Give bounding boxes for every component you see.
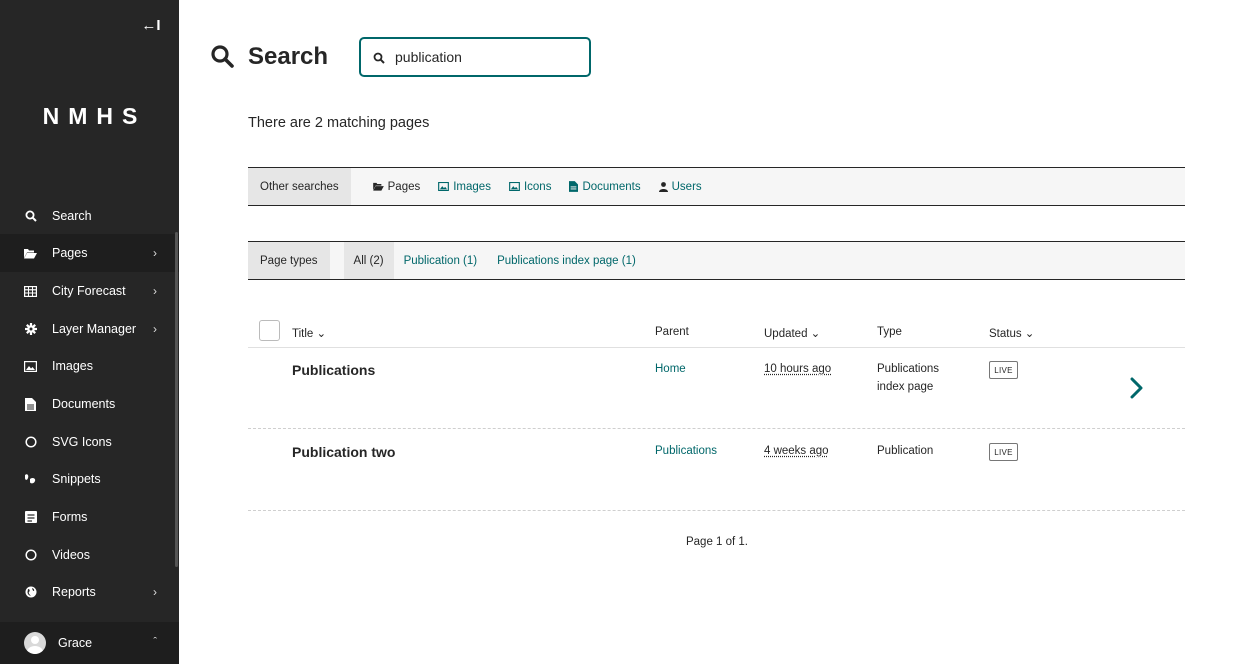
other-searches-bar: Other searches Pages Images Icons Docume… [248,167,1185,206]
sidebar-item-label: Forms [52,510,88,524]
page-type-publications-index-filter[interactable]: Publications index page (1) [497,255,636,267]
folder-open-icon [372,182,384,191]
cog-icon [24,323,37,336]
table-icon [24,285,37,298]
search-icon [24,210,37,223]
image-icon [438,182,450,191]
sidebar-item-city-forecast[interactable]: City Forecast › [0,272,179,310]
link-label: Images [453,180,491,193]
other-search-documents-link[interactable]: Documents [569,180,641,193]
page-type-publication-filter[interactable]: Publication (1) [404,255,478,267]
image-icon [24,360,37,373]
pagination-text: Page 1 of 1. [685,536,749,548]
image-icon [509,182,520,191]
sidebar-item-label: Documents [52,397,116,411]
chevron-right-icon: › [153,585,157,599]
row-parent-link[interactable]: Publications [655,445,717,457]
column-header-parent: Parent [655,326,689,338]
sidebar-item-label: SVG Icons [52,435,112,449]
sidebar-item-documents[interactable]: Documents [0,385,179,423]
row-title-link[interactable]: Publications [292,362,375,378]
row-type: Publications [877,363,940,375]
other-search-icons-link[interactable]: Icons [509,180,552,193]
column-header-status[interactable]: Status ⌄ [989,326,1034,340]
link-label: Pages [387,180,421,193]
chevron-right-icon: › [153,322,157,336]
page-title: Search [248,43,329,70]
account-menu[interactable]: Grace ˆ [0,622,179,664]
circle-icon [24,436,37,449]
document-icon [569,181,579,192]
column-header-updated[interactable]: Updated ⌄ [764,326,820,340]
sidebar-item-pages[interactable]: Pages › [0,234,179,272]
circle-icon [24,549,37,562]
sidebar-item-reports[interactable]: Reports › [0,573,179,611]
sidebar-item-label: City Forecast [52,284,126,298]
status-badge: LIVE [989,443,1018,461]
sidebar-item-forms[interactable]: Forms [0,498,179,536]
other-search-users-link[interactable]: Users [658,180,702,193]
page-types-label: Page types [248,242,330,279]
column-header-type: Type [877,326,902,338]
divider [248,347,1185,348]
avatar [24,632,46,654]
sidebar-scrollbar[interactable] [175,232,178,567]
sidebar-item-label: Search [52,209,92,223]
other-search-images-link[interactable]: Images [438,181,491,193]
search-input[interactable] [395,49,575,65]
other-search-pages-link[interactable]: Pages [372,180,421,193]
sidebar-item-label: Reports [52,585,96,599]
link-label: Icons [523,180,552,193]
row-updated: 4 weeks ago [764,445,829,457]
search-icon [210,44,234,68]
sidebar-item-label: Videos [52,548,90,562]
sidebar-item-label: Snippets [52,472,101,486]
site-logo[interactable]: NMHS [0,103,179,130]
row-parent-link[interactable]: Home [655,363,686,375]
link-label: Users [671,180,702,193]
divider [248,428,1185,429]
row-type: Publication [877,445,934,457]
sidebar-item-label: Layer Manager [52,322,137,336]
row-title-link[interactable]: Publication two [292,444,395,460]
sidebar-item-layer-manager[interactable]: Layer Manager › [0,310,179,348]
sidebar-item-search[interactable]: Search [0,197,179,235]
sidebar-item-svg-icons[interactable]: SVG Icons [0,423,179,461]
other-searches-label: Other searches [248,168,351,205]
sidebar-item-images[interactable]: Images [0,347,179,385]
chevron-up-icon: ˆ [153,636,157,648]
sidebar-item-label: Images [52,359,93,373]
search-field[interactable] [359,37,591,77]
form-icon [24,511,37,524]
globe-icon [24,586,37,599]
results-summary: There are 2 matching pages [248,115,430,131]
sidebar: ←I NMHS Search Pages › City Forecast › L… [0,0,179,664]
snippet-icon [24,473,37,486]
search-icon [373,51,385,64]
chevron-right-icon: › [153,284,157,298]
collapse-sidebar-button[interactable]: ←I [141,16,161,36]
link-label: Documents [582,180,641,193]
document-icon [24,397,37,411]
account-name: Grace [58,636,93,650]
user-icon [658,181,668,192]
page-type-all-filter[interactable]: All (2) [343,242,394,279]
sidebar-item-label: Pages [52,246,88,260]
chevron-right-icon: › [153,246,157,260]
select-all-checkbox[interactable] [259,320,280,341]
chevron-right-icon[interactable] [1128,376,1144,400]
column-header-title[interactable]: Title ⌄ [292,326,326,340]
page-types-bar: Page types All (2) Publication (1) Publi… [248,241,1185,280]
row-type: index page [877,381,934,393]
divider [248,510,1185,511]
status-badge: LIVE [989,361,1018,379]
sidebar-item-snippets[interactable]: Snippets [0,460,179,498]
row-updated: 10 hours ago [764,363,832,375]
folder-open-icon [24,247,37,260]
